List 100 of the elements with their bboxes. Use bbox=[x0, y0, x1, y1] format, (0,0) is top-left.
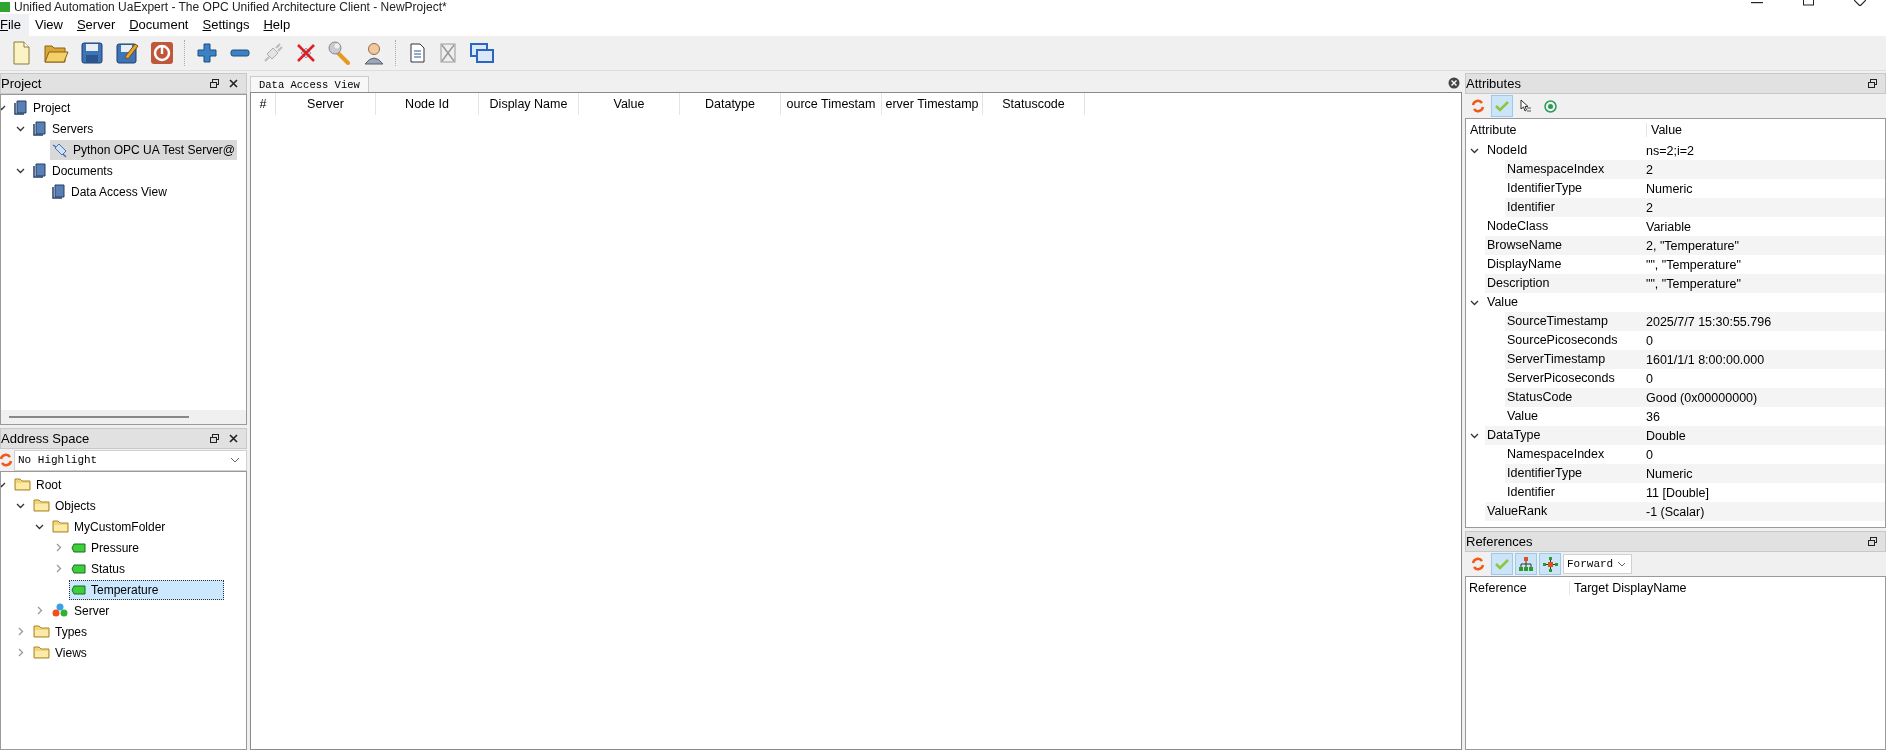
check-button[interactable] bbox=[1491, 95, 1513, 117]
attribute-name: StatusCode bbox=[1505, 388, 1642, 407]
column-header[interactable]: Statuscode bbox=[983, 93, 1085, 115]
tree-item[interactable]: Servers bbox=[31, 118, 96, 139]
tree-item[interactable]: Python OPC UA Test Server@ bbox=[50, 139, 238, 160]
menu-item[interactable]: Server bbox=[76, 14, 124, 36]
user-icon[interactable] bbox=[363, 41, 385, 65]
column-header[interactable]: # bbox=[251, 93, 276, 115]
attribute-value: 2 bbox=[1646, 200, 1653, 215]
panel-title: Attributes bbox=[1466, 76, 1522, 91]
document-icon[interactable] bbox=[407, 42, 427, 64]
tag-icon bbox=[71, 563, 86, 574]
folder-icon bbox=[33, 646, 50, 659]
menu-item[interactable]: File bbox=[0, 14, 29, 36]
attribute-value: 2025/7/7 15:30:55.796 bbox=[1646, 314, 1772, 329]
attribute-value: Good (0x00000000) bbox=[1646, 390, 1758, 405]
column-header[interactable]: Datatype bbox=[680, 93, 781, 115]
attribute-name: Description bbox=[1485, 274, 1642, 293]
tag-icon bbox=[71, 542, 86, 553]
attribute-name: Identifier bbox=[1505, 198, 1642, 217]
attribute-value: 11 [Double] bbox=[1646, 485, 1709, 500]
windows-icon[interactable] bbox=[469, 42, 495, 64]
highlight-dropdown[interactable]: No Highlight bbox=[14, 449, 247, 471]
tree-item[interactable]: Temperature bbox=[69, 579, 225, 600]
attribute-name: DisplayName bbox=[1486, 256, 1563, 273]
app-icon bbox=[0, 2, 10, 12]
column-header[interactable]: Target DisplayName bbox=[1570, 581, 1687, 595]
refresh-icon[interactable] bbox=[0, 453, 12, 467]
tree-item[interactable]: Types bbox=[31, 621, 89, 642]
tree-item[interactable]: Data Access View bbox=[50, 181, 169, 202]
column-header[interactable]: Server bbox=[276, 93, 376, 115]
column-header[interactable]: Display Name bbox=[479, 93, 579, 115]
plug-icon bbox=[52, 141, 68, 158]
attribute-value: -1 (Scalar) bbox=[1646, 504, 1705, 519]
attribute-name: Value bbox=[1506, 408, 1540, 425]
menu-item[interactable]: Settings bbox=[202, 14, 258, 36]
attribute-value: ns=2;i=2 bbox=[1646, 143, 1694, 158]
menu-item[interactable]: Help bbox=[263, 14, 299, 36]
book-icon bbox=[33, 121, 47, 136]
panel-title: References bbox=[1466, 534, 1534, 549]
attribute-name: NodeClass bbox=[1486, 218, 1550, 235]
refresh-icon bbox=[1471, 557, 1485, 571]
column-header[interactable]: Attribute bbox=[1466, 123, 1647, 137]
attribute-name: ValueRank bbox=[1485, 502, 1642, 521]
tree-item[interactable]: Server bbox=[50, 600, 112, 621]
tree-item[interactable]: Root bbox=[12, 474, 64, 495]
tree-item[interactable]: Status bbox=[69, 558, 128, 579]
book-icon bbox=[33, 163, 47, 178]
float-icon[interactable] bbox=[210, 434, 219, 443]
window-title: Unified Automation UaExpert - The OPC Unified Architecture Client - NewProject* bbox=[14, 0, 447, 14]
column-header[interactable]: erver Timestamp bbox=[882, 93, 983, 115]
attribute-name: SourceTimestamp bbox=[1505, 312, 1642, 331]
power-icon[interactable] bbox=[150, 41, 174, 65]
disconnect-icon[interactable] bbox=[295, 42, 317, 64]
attribute-name: NamespaceIndex bbox=[1506, 446, 1606, 463]
column-header[interactable]: Value bbox=[1647, 123, 1885, 137]
attribute-name: ServerPicoseconds bbox=[1506, 370, 1616, 387]
attribute-name: DataType bbox=[1485, 426, 1642, 445]
menu-item[interactable]: Document bbox=[129, 14, 197, 36]
network-button[interactable] bbox=[1539, 553, 1561, 575]
column-header[interactable]: Value bbox=[579, 93, 680, 115]
cursor-tree-icon bbox=[1520, 99, 1532, 113]
float-icon[interactable] bbox=[1868, 537, 1877, 546]
tree-item[interactable]: MyCustomFolder bbox=[50, 516, 168, 537]
attribute-name: SourcePicoseconds bbox=[1506, 332, 1619, 349]
attribute-value: 1601/1/1 8:00:00.000 bbox=[1646, 352, 1765, 367]
refresh-icon bbox=[1471, 99, 1485, 113]
float-icon[interactable] bbox=[210, 79, 219, 88]
attribute-name: IdentifierType bbox=[1506, 180, 1584, 197]
maximize-icon[interactable] bbox=[1803, 0, 1814, 6]
check-button[interactable] bbox=[1491, 553, 1513, 575]
cubes-icon bbox=[52, 603, 69, 618]
hierarchy-icon bbox=[1519, 557, 1533, 571]
attribute-name: ServerTimestamp bbox=[1505, 350, 1642, 369]
attribute-value: Double bbox=[1646, 428, 1686, 443]
hierarchy-button[interactable] bbox=[1515, 553, 1537, 575]
document-tab[interactable]: Data Access View bbox=[250, 76, 369, 92]
folder-icon bbox=[52, 520, 69, 533]
save-as-icon[interactable] bbox=[115, 41, 139, 65]
save-icon[interactable] bbox=[80, 41, 104, 65]
attribute-value: 0 bbox=[1646, 447, 1653, 462]
attribute-name: IdentifierType bbox=[1505, 464, 1642, 483]
column-header[interactable]: Node Id bbox=[376, 93, 479, 115]
float-icon[interactable] bbox=[1868, 79, 1877, 88]
tree-item[interactable]: Objects bbox=[31, 495, 98, 516]
tree-item[interactable]: Views bbox=[31, 642, 89, 663]
column-header[interactable]: Reference bbox=[1466, 581, 1570, 595]
scrollbar[interactable] bbox=[9, 416, 189, 418]
tag-icon bbox=[71, 584, 86, 595]
tree-item[interactable]: Project bbox=[12, 97, 73, 118]
add-icon[interactable] bbox=[196, 42, 218, 64]
attribute-value: "", "Temperature" bbox=[1646, 276, 1741, 291]
attribute-name: NamespaceIndex bbox=[1505, 160, 1642, 179]
tree-item[interactable]: Documents bbox=[31, 160, 115, 181]
attribute-name: BrowseName bbox=[1485, 236, 1642, 255]
direction-dropdown[interactable]: Forward bbox=[1563, 554, 1632, 574]
column-header[interactable]: ource Timestam bbox=[781, 93, 882, 115]
menu-item[interactable]: View bbox=[34, 14, 71, 36]
attribute-value: 36 bbox=[1646, 409, 1660, 424]
tree-item[interactable]: Pressure bbox=[69, 537, 142, 558]
